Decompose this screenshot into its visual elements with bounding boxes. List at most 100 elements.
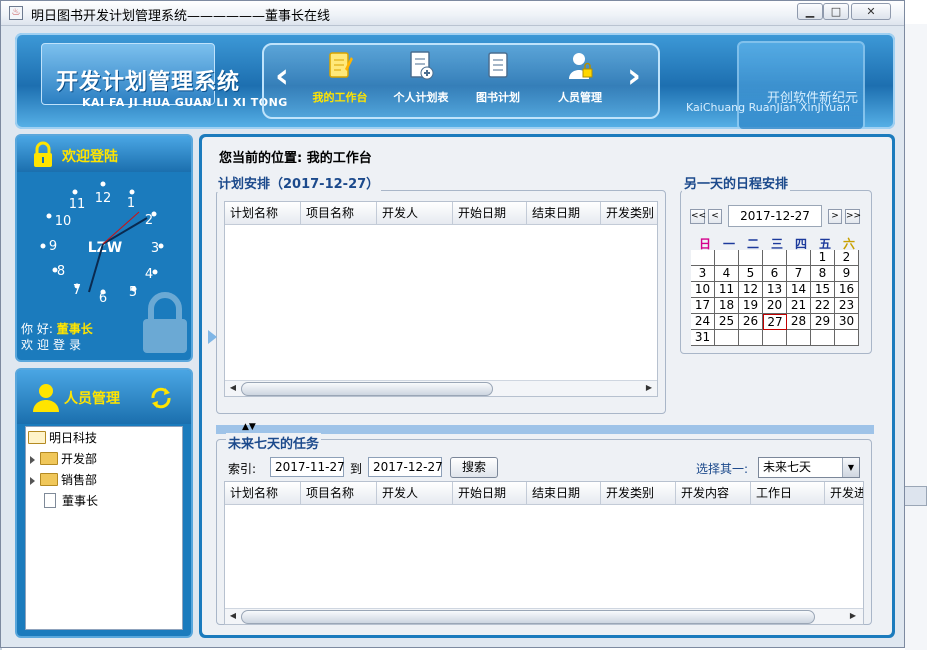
org-tree: 明日科技 开发部 销售部 董事长: [25, 426, 183, 630]
expand-arrow-icon[interactable]: [30, 455, 35, 464]
main-inner: 您当前的位置: 我的工作台 计划安排（2017-12-27） 计划名称 项目名称…: [202, 137, 892, 635]
to-label: 到: [350, 462, 363, 476]
task-table-scrollbar[interactable]: ◀ ▶: [225, 608, 863, 624]
calendar-prev-year-button[interactable]: <<: [690, 209, 706, 224]
tree-node-chairman[interactable]: 董事长: [44, 492, 98, 510]
nav-next-arrow-icon[interactable]: ›: [623, 59, 645, 95]
task-col-dev-progress[interactable]: 开发进: [825, 482, 863, 504]
close-button[interactable]: ✕: [851, 3, 891, 20]
calendar-day[interactable]: 19: [739, 298, 763, 314]
calendar-day[interactable]: 21: [787, 298, 811, 314]
calendar-day[interactable]: 14: [787, 282, 811, 298]
nav-prev-arrow-icon[interactable]: ‹: [271, 59, 293, 95]
calendar-date-field[interactable]: 2017-12-27: [728, 205, 822, 227]
plan-col-plan-name[interactable]: 计划名称: [225, 202, 301, 224]
calendar-day[interactable]: 29: [811, 314, 835, 330]
nav-item-workbench[interactable]: 我的工作台: [300, 49, 380, 115]
task-col-project-name[interactable]: 项目名称: [301, 482, 377, 504]
nav-item-staff-management[interactable]: 人员管理: [540, 49, 620, 115]
scroll-left-icon[interactable]: ◀: [227, 382, 239, 394]
task-col-dev-content[interactable]: 开发内容: [676, 482, 751, 504]
calendar-empty-cell: [835, 330, 859, 346]
plan-table-scrollbar[interactable]: ◀ ▶: [225, 380, 657, 396]
calendar-day[interactable]: 7: [787, 266, 811, 282]
document-add-icon: [410, 51, 434, 80]
plan-col-start-date[interactable]: 开始日期: [453, 202, 527, 224]
calendar-day[interactable]: 23: [835, 298, 859, 314]
calendar-day[interactable]: 16: [835, 282, 859, 298]
task-col-developer[interactable]: 开发人: [377, 482, 453, 504]
edit-notepad-icon: [329, 52, 353, 78]
calendar-day[interactable]: 20: [763, 298, 787, 314]
range-select[interactable]: 未来七天 ▼: [758, 457, 860, 478]
calendar-day[interactable]: 30: [835, 314, 859, 330]
calendar-day[interactable]: 17: [691, 298, 715, 314]
plan-col-developer[interactable]: 开发人: [377, 202, 453, 224]
plan-col-project-name[interactable]: 项目名称: [301, 202, 377, 224]
analog-clock: 12 1 2 3 4 5 6 7 8 9 10 11 LZW: [40, 181, 164, 304]
calendar-day[interactable]: 9: [835, 266, 859, 282]
calendar-day[interactable]: 1: [811, 250, 835, 266]
calendar-day[interactable]: 25: [715, 314, 739, 330]
calendar-day[interactable]: 11: [715, 282, 739, 298]
calendar-day[interactable]: 13: [763, 282, 787, 298]
task-col-dev-type[interactable]: 开发类别: [601, 482, 676, 504]
calendar-day[interactable]: 31: [691, 330, 715, 346]
folder-icon: [40, 473, 58, 486]
calendar-day[interactable]: 6: [763, 266, 787, 282]
search-button[interactable]: 搜索: [450, 457, 498, 478]
scrollbar-thumb[interactable]: [241, 610, 815, 624]
plan-col-dev-type[interactable]: 开发类别: [601, 202, 657, 224]
task-col-end-date[interactable]: 结束日期: [527, 482, 601, 504]
tree-node-sales-dept[interactable]: 销售部: [30, 471, 97, 489]
user-icon: [33, 384, 59, 412]
scroll-right-icon[interactable]: ▶: [847, 610, 859, 622]
calendar-day[interactable]: 5: [739, 266, 763, 282]
calendar-day[interactable]: 3: [691, 266, 715, 282]
calendar-empty-cell: [715, 250, 739, 266]
breadcrumb-label: 您当前的位置:: [219, 151, 303, 166]
maximize-button[interactable]: □: [823, 3, 849, 20]
chevron-down-icon[interactable]: ▼: [842, 458, 859, 477]
scrollbar-thumb[interactable]: [241, 382, 493, 396]
refresh-icon[interactable]: [149, 386, 173, 410]
main-content: 您当前的位置: 我的工作台 计划安排（2017-12-27） 计划名称 项目名称…: [199, 134, 895, 638]
calendar-day[interactable]: 28: [787, 314, 811, 330]
start-date-field[interactable]: 2017-11-27: [270, 457, 345, 477]
task-table-header: 计划名称 项目名称 开发人 开始日期 结束日期 开发类别 开发内容 工作日 开发…: [225, 482, 863, 505]
nav-item-personal-plan[interactable]: 个人计划表: [381, 49, 461, 115]
calendar-day[interactable]: 2: [835, 250, 859, 266]
calendar-next-year-button[interactable]: >>: [845, 209, 861, 224]
scroll-right-icon[interactable]: ▶: [643, 382, 655, 394]
task-col-plan-name[interactable]: 计划名称: [225, 482, 301, 504]
calendar-day[interactable]: 15: [811, 282, 835, 298]
task-col-start-date[interactable]: 开始日期: [453, 482, 527, 504]
calendar-day[interactable]: 22: [811, 298, 835, 314]
tree-node-mingri[interactable]: 明日科技: [28, 429, 97, 447]
calendar-day[interactable]: 18: [715, 298, 739, 314]
calendar-day[interactable]: 4: [715, 266, 739, 282]
calendar-day[interactable]: 24: [691, 314, 715, 330]
breadcrumb-current: 我的工作台: [306, 151, 372, 166]
calendar-day[interactable]: 12: [739, 282, 763, 298]
logo-title: 开发计划管理系统: [56, 70, 241, 95]
minimize-button[interactable]: ▁: [797, 3, 823, 20]
calendar-empty-cell: [811, 330, 835, 346]
splitter-arrows-icon[interactable]: ▲▼: [242, 422, 256, 432]
end-date-field[interactable]: 2017-12-27: [368, 457, 443, 477]
plan-col-end-date[interactable]: 结束日期: [527, 202, 601, 224]
calendar-day[interactable]: 27: [763, 314, 787, 330]
title-bar[interactable]: ♨ 明日图书开发计划管理系统——————董事长在线 ▁ □ ✕: [1, 1, 904, 26]
clock-numeral-10: 10: [55, 214, 72, 229]
calendar-day[interactable]: 8: [811, 266, 835, 282]
expand-arrow-icon[interactable]: [30, 476, 35, 485]
lock-watermark-icon: [143, 292, 187, 353]
nav-item-book-plan[interactable]: 图书计划: [458, 49, 538, 115]
scroll-left-icon[interactable]: ◀: [227, 610, 239, 622]
task-col-workdays[interactable]: 工作日: [751, 482, 825, 504]
calendar-next-month-button[interactable]: >: [828, 209, 842, 224]
tree-node-dev-dept[interactable]: 开发部: [30, 450, 97, 468]
calendar-prev-month-button[interactable]: <: [708, 209, 722, 224]
calendar-day[interactable]: 10: [691, 282, 715, 298]
calendar-day[interactable]: 26: [739, 314, 763, 330]
